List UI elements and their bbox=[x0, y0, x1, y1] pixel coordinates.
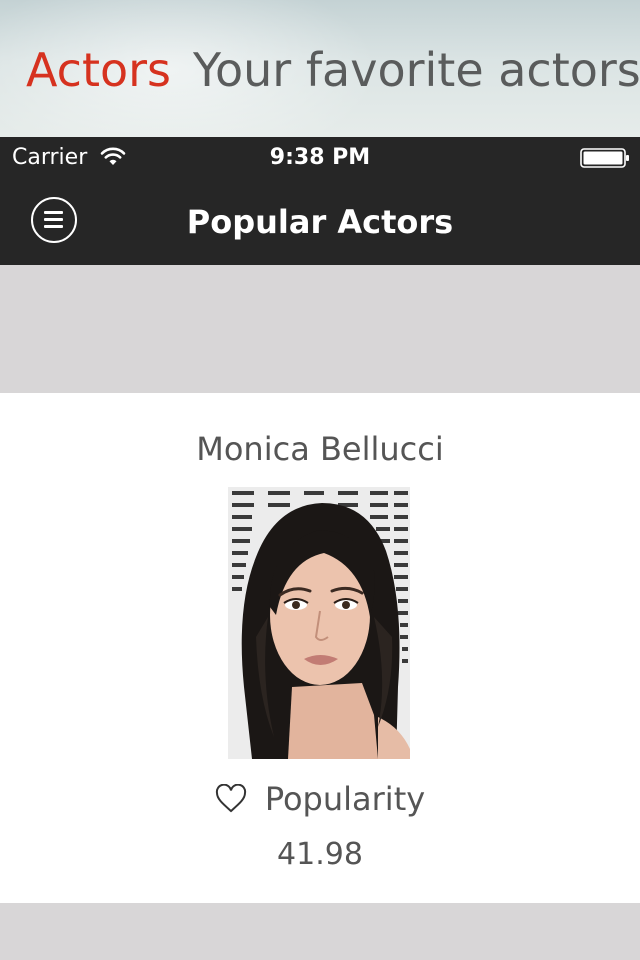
actor-photo bbox=[228, 487, 410, 759]
banner-accent-text: Actors bbox=[26, 43, 172, 97]
actor-card[interactable]: Monica Bellucci Popularity 41.98 bbox=[0, 393, 640, 903]
banner-tagline: Your favorite actors bbox=[193, 43, 640, 97]
banner-text: Actors Your favorite actors bbox=[26, 42, 640, 98]
popularity-value: 41.98 bbox=[277, 837, 363, 872]
page-title: Popular Actors bbox=[186, 203, 454, 241]
actor-portrait-image bbox=[228, 487, 410, 759]
popularity-row: Popularity bbox=[0, 779, 640, 819]
app-banner: Actors Your favorite actors bbox=[0, 0, 640, 137]
battery-icon bbox=[580, 148, 629, 168]
navigation-bar: Popular Actors bbox=[0, 177, 640, 265]
status-bar: Carrier 9:38 PM bbox=[0, 137, 640, 177]
clock: 9:38 PM bbox=[269, 145, 371, 170]
heart-icon[interactable] bbox=[215, 784, 247, 814]
popularity-label: Popularity bbox=[264, 780, 426, 818]
actor-name: Monica Bellucci bbox=[196, 430, 444, 468]
